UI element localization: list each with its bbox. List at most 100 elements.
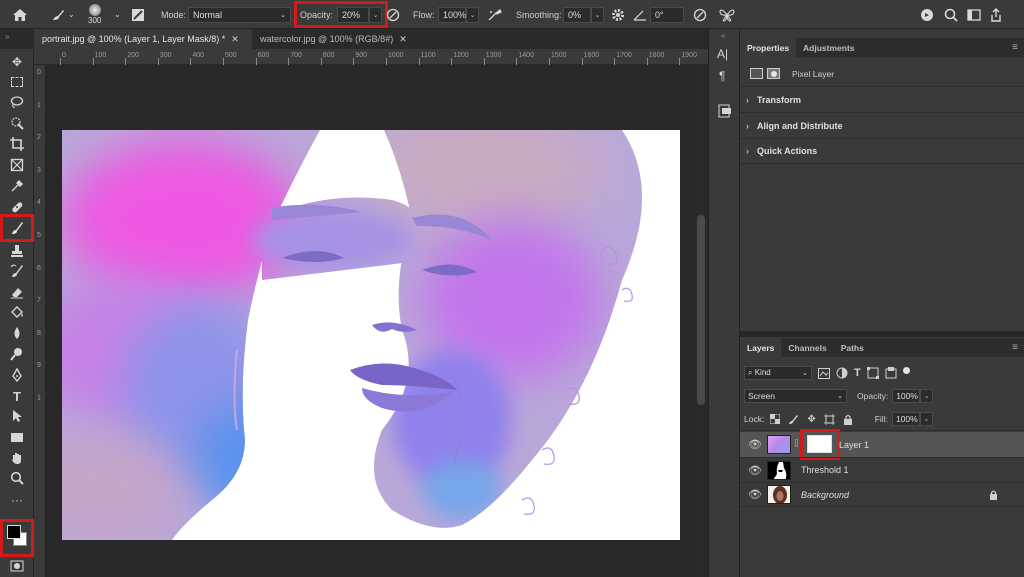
healing-brush-tool-icon[interactable] — [4, 198, 30, 216]
filter-smart-object-icon[interactable] — [885, 367, 897, 379]
lock-artboard-icon[interactable] — [823, 413, 835, 425]
visibility-eye-icon[interactable]: 👁 — [748, 488, 762, 501]
airbrush-icon[interactable] — [487, 0, 503, 29]
paint-bucket-tool-icon[interactable] — [4, 303, 30, 321]
filter-kind-dropdown[interactable]: ⌕ Kind ⌄ — [744, 366, 812, 380]
color-swatches[interactable] — [0, 519, 34, 557]
share-icon[interactable] — [989, 0, 1003, 29]
close-icon[interactable]: ✕ — [231, 34, 239, 45]
more-tools-icon[interactable]: ··· — [4, 491, 30, 509]
search-icon[interactable] — [944, 0, 958, 29]
filter-shape-icon[interactable] — [866, 367, 879, 379]
layer-name[interactable]: Layer 1 — [839, 440, 869, 450]
mask-icon[interactable] — [767, 68, 780, 79]
layer-mask-thumbnail[interactable] — [807, 435, 832, 453]
filter-adjustment-icon[interactable] — [836, 367, 848, 379]
flow-input[interactable]: 100% — [438, 6, 466, 23]
tab-layers[interactable]: Layers — [740, 338, 782, 357]
hand-tool-icon[interactable] — [4, 449, 30, 467]
type-tool-icon[interactable]: T — [4, 387, 30, 405]
eyedropper-tool-icon[interactable] — [4, 177, 30, 195]
eraser-tool-icon[interactable] — [4, 283, 30, 301]
brush-tool-icon[interactable] — [0, 214, 34, 242]
quick-mask-icon[interactable] — [4, 559, 30, 573]
section-align[interactable]: › Align and Distribute — [740, 112, 1024, 138]
angle-input[interactable]: 0° — [650, 6, 684, 23]
scroll-thumb[interactable] — [697, 215, 705, 405]
visibility-eye-icon[interactable]: 👁 — [748, 464, 762, 477]
blur-tool-icon[interactable] — [4, 324, 30, 342]
visibility-eye-icon[interactable]: 👁 — [748, 438, 762, 451]
collapse-toolbar-icon[interactable]: » — [5, 32, 9, 41]
section-transform[interactable]: › Transform — [740, 86, 1024, 112]
layer-row-threshold-1[interactable]: 👁 Threshold 1 — [740, 457, 1024, 482]
workspace-icon[interactable] — [967, 0, 981, 29]
dodge-tool-icon[interactable] — [4, 345, 30, 363]
opacity-dropdown-button[interactable]: ⌄ — [369, 6, 383, 23]
zoom-tool-icon[interactable] — [4, 469, 30, 487]
brush-preset-icon[interactable]: ⌄ — [50, 0, 75, 29]
mode-dropdown[interactable]: Normal ⌄ — [188, 6, 291, 23]
smoothing-dropdown-button[interactable]: ⌄ — [591, 6, 604, 23]
ruler-tick — [581, 58, 583, 65]
layer-name[interactable]: Threshold 1 — [801, 465, 849, 475]
learn-icon[interactable] — [920, 0, 934, 29]
filter-toggle-icon[interactable] — [902, 366, 910, 374]
opacity-input[interactable]: 20% — [337, 6, 370, 23]
fill-input[interactable]: 100% — [891, 412, 920, 426]
layer-comps-icon[interactable] — [717, 103, 733, 121]
layer-name[interactable]: Background — [801, 490, 849, 500]
gear-icon[interactable] — [611, 0, 625, 29]
tab-watercolor[interactable]: watercolor.jpg @ 100% (RGB/8#) ✕ — [252, 29, 422, 49]
filter-type-icon[interactable]: T — [854, 367, 861, 379]
tab-properties[interactable]: Properties — [740, 38, 797, 57]
lasso-tool-icon[interactable] — [4, 93, 30, 111]
layer-row-layer-1[interactable]: 👁 Layer 1 — [740, 429, 1024, 460]
tab-paths[interactable]: Paths — [834, 338, 871, 357]
pen-tool-icon[interactable] — [4, 366, 30, 384]
chevron-down-icon[interactable]: ⌄ — [114, 10, 121, 19]
document-canvas[interactable] — [62, 130, 680, 540]
butterfly-icon[interactable] — [719, 0, 735, 29]
blend-mode-dropdown[interactable]: Screen ⌄ — [744, 389, 847, 403]
pressure-opacity-icon[interactable] — [386, 0, 400, 29]
frame-tool-icon[interactable] — [4, 156, 30, 174]
filter-pixel-icon[interactable] — [818, 367, 830, 379]
rectangle-tool-icon[interactable] — [4, 428, 30, 446]
brush-settings-icon[interactable] — [131, 0, 145, 29]
close-icon[interactable]: ✕ — [399, 34, 407, 45]
history-brush-tool-icon[interactable] — [4, 262, 30, 280]
layer-row-background[interactable]: 👁 Background — [740, 482, 1024, 507]
lock-all-icon[interactable] — [843, 414, 853, 425]
smoothing-input[interactable]: 0% — [563, 6, 591, 23]
flow-dropdown-button[interactable]: ⌄ — [466, 6, 479, 23]
layer-opacity-dropdown[interactable]: ⌄ — [920, 389, 934, 403]
lock-transparent-icon[interactable] — [770, 414, 781, 424]
path-select-tool-icon[interactable] — [4, 407, 30, 425]
vertical-scrollbar[interactable] — [694, 65, 708, 577]
layer-opacity-input[interactable]: 100% — [892, 389, 921, 403]
expand-panels-icon[interactable]: « — [721, 31, 725, 40]
panel-menu-icon[interactable]: ≡ — [1012, 342, 1018, 353]
foreground-color-swatch[interactable] — [7, 525, 21, 539]
fill-dropdown[interactable]: ⌄ — [919, 412, 933, 426]
marquee-tool-icon[interactable] — [4, 73, 30, 91]
tab-channels[interactable]: Channels — [781, 338, 833, 357]
brush-size-picker[interactable]: 300 — [88, 0, 101, 29]
clone-stamp-tool-icon[interactable] — [4, 242, 30, 260]
home-icon[interactable] — [12, 0, 28, 29]
section-quick-actions[interactable]: › Quick Actions — [740, 138, 1024, 164]
move-tool-icon[interactable]: ✥ — [4, 53, 30, 71]
panel-menu-icon[interactable]: ≡ — [1012, 42, 1018, 53]
lock-image-icon[interactable] — [788, 414, 799, 425]
pressure-size-icon[interactable] — [693, 0, 707, 29]
lock-position-icon[interactable]: ✥ — [807, 414, 815, 425]
tab-adjustments[interactable]: Adjustments — [796, 38, 861, 57]
character-panel-icon[interactable]: A| — [717, 47, 728, 61]
paragraph-panel-icon[interactable]: ¶ — [719, 69, 725, 83]
link-icon[interactable] — [795, 439, 798, 447]
quick-select-tool-icon[interactable] — [4, 114, 30, 132]
crop-tool-icon[interactable] — [4, 135, 30, 153]
tab-portrait[interactable]: portrait.jpg @ 100% (Layer 1, Layer Mask… — [34, 29, 252, 49]
ruler-tick-label: 8 — [37, 329, 41, 337]
